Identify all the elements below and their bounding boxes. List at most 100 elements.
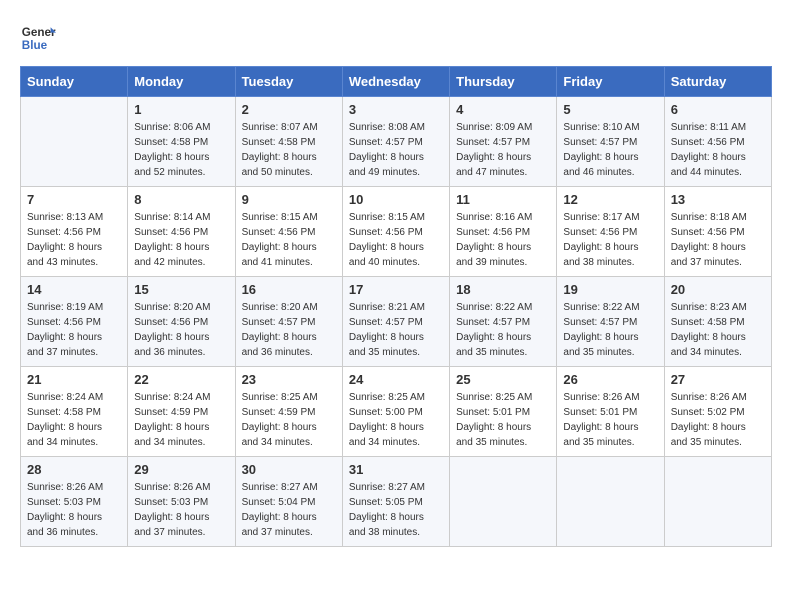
day-number: 2 <box>242 102 336 117</box>
day-number: 13 <box>671 192 765 207</box>
day-number: 26 <box>563 372 657 387</box>
day-info: Sunrise: 8:06 AM Sunset: 4:58 PM Dayligh… <box>134 120 228 180</box>
day-info: Sunrise: 8:25 AM Sunset: 5:01 PM Dayligh… <box>456 390 550 450</box>
calendar-cell: 21Sunrise: 8:24 AM Sunset: 4:58 PM Dayli… <box>21 367 128 457</box>
weekday-header-wednesday: Wednesday <box>342 67 449 97</box>
calendar-week-row: 21Sunrise: 8:24 AM Sunset: 4:58 PM Dayli… <box>21 367 772 457</box>
calendar-cell: 9 Sunrise: 8:15 AM Sunset: 4:56 PM Daylig… <box>235 187 342 277</box>
logo-icon: General Blue <box>20 20 56 56</box>
calendar-cell: 15 Sunrise: 8:20 AM Sunset: 4:56 PM Dayli… <box>128 277 235 367</box>
day-info: Sunrise: 8:08 AM Sunset: 4:57 PM Dayligh… <box>349 120 443 180</box>
day-number: 18 <box>456 282 550 297</box>
calendar-cell: 22 Sunrise: 8:24 AM Sunset: 4:59 PM Dayli… <box>128 367 235 457</box>
calendar-cell <box>664 457 771 547</box>
day-number: 20 <box>671 282 765 297</box>
day-info: Sunrise: 8:13 AM Sunset: 4:56 PM Dayligh… <box>27 210 121 270</box>
day-info: Sunrise: 8:20 AM Sunset: 4:56 PM Dayligh… <box>134 300 228 360</box>
calendar-week-row: 7 Sunrise: 8:13 AM Sunset: 4:56 PM Daylig… <box>21 187 772 277</box>
day-info: Sunrise: 8:19 AM Sunset: 4:56 PM Dayligh… <box>27 300 121 360</box>
day-info: Sunrise: 8:21 AM Sunset: 4:57 PM Dayligh… <box>349 300 443 360</box>
weekday-header-friday: Friday <box>557 67 664 97</box>
calendar-cell: 1 Sunrise: 8:06 AM Sunset: 4:58 PM Daylig… <box>128 97 235 187</box>
day-number: 8 <box>134 192 228 207</box>
calendar-cell: 29 Sunrise: 8:26 AM Sunset: 5:03 PM Dayli… <box>128 457 235 547</box>
day-info: Sunrise: 8:09 AM Sunset: 4:57 PM Dayligh… <box>456 120 550 180</box>
calendar-cell: 8 Sunrise: 8:14 AM Sunset: 4:56 PM Daylig… <box>128 187 235 277</box>
calendar-cell: 14 Sunrise: 8:19 AM Sunset: 4:56 PM Dayli… <box>21 277 128 367</box>
day-info: Sunrise: 8:25 AM Sunset: 5:00 PM Dayligh… <box>349 390 443 450</box>
calendar-cell: 20 Sunrise: 8:23 AM Sunset: 4:58 PM Dayli… <box>664 277 771 367</box>
day-number: 22 <box>134 372 228 387</box>
day-number: 24 <box>349 372 443 387</box>
day-number: 5 <box>563 102 657 117</box>
calendar-week-row: 1 Sunrise: 8:06 AM Sunset: 4:58 PM Daylig… <box>21 97 772 187</box>
calendar-cell: 7 Sunrise: 8:13 AM Sunset: 4:56 PM Daylig… <box>21 187 128 277</box>
day-number: 6 <box>671 102 765 117</box>
day-info: Sunrise: 8:24 AM Sunset: 4:58 PM Dayligh… <box>27 390 121 450</box>
calendar-week-row: 14 Sunrise: 8:19 AM Sunset: 4:56 PM Dayli… <box>21 277 772 367</box>
day-info: Sunrise: 8:27 AM Sunset: 5:04 PM Dayligh… <box>242 480 336 540</box>
day-info: Sunrise: 8:10 AM Sunset: 4:57 PM Dayligh… <box>563 120 657 180</box>
day-number: 10 <box>349 192 443 207</box>
calendar-cell: 13 Sunrise: 8:18 AM Sunset: 4:56 PM Dayli… <box>664 187 771 277</box>
calendar-cell <box>450 457 557 547</box>
calendar-cell: 27 Sunrise: 8:26 AM Sunset: 5:02 PM Dayli… <box>664 367 771 457</box>
calendar-cell: 5 Sunrise: 8:10 AM Sunset: 4:57 PM Daylig… <box>557 97 664 187</box>
day-info: Sunrise: 8:15 AM Sunset: 4:56 PM Dayligh… <box>349 210 443 270</box>
day-info: Sunrise: 8:24 AM Sunset: 4:59 PM Dayligh… <box>134 390 228 450</box>
day-number: 30 <box>242 462 336 477</box>
day-number: 14 <box>27 282 121 297</box>
day-number: 15 <box>134 282 228 297</box>
calendar-cell: 2 Sunrise: 8:07 AM Sunset: 4:58 PM Daylig… <box>235 97 342 187</box>
calendar-cell: 10 Sunrise: 8:15 AM Sunset: 4:56 PM Dayli… <box>342 187 449 277</box>
svg-text:Blue: Blue <box>22 39 48 52</box>
day-info: Sunrise: 8:26 AM Sunset: 5:01 PM Dayligh… <box>563 390 657 450</box>
weekday-header-tuesday: Tuesday <box>235 67 342 97</box>
day-info: Sunrise: 8:20 AM Sunset: 4:57 PM Dayligh… <box>242 300 336 360</box>
calendar-cell: 11 Sunrise: 8:16 AM Sunset: 4:56 PM Dayli… <box>450 187 557 277</box>
calendar-cell: 18 Sunrise: 8:22 AM Sunset: 4:57 PM Dayli… <box>450 277 557 367</box>
weekday-header-row: SundayMondayTuesdayWednesdayThursdayFrid… <box>21 67 772 97</box>
weekday-header-monday: Monday <box>128 67 235 97</box>
calendar-cell: 25Sunrise: 8:25 AM Sunset: 5:01 PM Dayli… <box>450 367 557 457</box>
calendar-cell: 4 Sunrise: 8:09 AM Sunset: 4:57 PM Daylig… <box>450 97 557 187</box>
day-info: Sunrise: 8:16 AM Sunset: 4:56 PM Dayligh… <box>456 210 550 270</box>
day-number: 27 <box>671 372 765 387</box>
day-info: Sunrise: 8:17 AM Sunset: 4:56 PM Dayligh… <box>563 210 657 270</box>
day-info: Sunrise: 8:26 AM Sunset: 5:02 PM Dayligh… <box>671 390 765 450</box>
day-number: 9 <box>242 192 336 207</box>
calendar-cell: 24 Sunrise: 8:25 AM Sunset: 5:00 PM Dayli… <box>342 367 449 457</box>
day-info: Sunrise: 8:23 AM Sunset: 4:58 PM Dayligh… <box>671 300 765 360</box>
weekday-header-saturday: Saturday <box>664 67 771 97</box>
day-info: Sunrise: 8:27 AM Sunset: 5:05 PM Dayligh… <box>349 480 443 540</box>
day-number: 4 <box>456 102 550 117</box>
day-number: 1 <box>134 102 228 117</box>
day-info: Sunrise: 8:22 AM Sunset: 4:57 PM Dayligh… <box>456 300 550 360</box>
day-info: Sunrise: 8:22 AM Sunset: 4:57 PM Dayligh… <box>563 300 657 360</box>
calendar-table: SundayMondayTuesdayWednesdayThursdayFrid… <box>20 66 772 547</box>
day-info: Sunrise: 8:18 AM Sunset: 4:56 PM Dayligh… <box>671 210 765 270</box>
calendar-cell: 28Sunrise: 8:26 AM Sunset: 5:03 PM Dayli… <box>21 457 128 547</box>
day-number: 3 <box>349 102 443 117</box>
day-number: 12 <box>563 192 657 207</box>
day-info: Sunrise: 8:11 AM Sunset: 4:56 PM Dayligh… <box>671 120 765 180</box>
day-info: Sunrise: 8:14 AM Sunset: 4:56 PM Dayligh… <box>134 210 228 270</box>
calendar-cell: 6 Sunrise: 8:11 AM Sunset: 4:56 PM Daylig… <box>664 97 771 187</box>
day-number: 11 <box>456 192 550 207</box>
calendar-cell: 23Sunrise: 8:25 AM Sunset: 4:59 PM Dayli… <box>235 367 342 457</box>
day-number: 7 <box>27 192 121 207</box>
weekday-header-thursday: Thursday <box>450 67 557 97</box>
day-number: 17 <box>349 282 443 297</box>
day-info: Sunrise: 8:15 AM Sunset: 4:56 PM Dayligh… <box>242 210 336 270</box>
calendar-cell: 12 Sunrise: 8:17 AM Sunset: 4:56 PM Dayli… <box>557 187 664 277</box>
day-info: Sunrise: 8:07 AM Sunset: 4:58 PM Dayligh… <box>242 120 336 180</box>
day-info: Sunrise: 8:26 AM Sunset: 5:03 PM Dayligh… <box>27 480 121 540</box>
day-number: 29 <box>134 462 228 477</box>
weekday-header-sunday: Sunday <box>21 67 128 97</box>
page-header: General Blue <box>20 20 772 56</box>
calendar-cell <box>21 97 128 187</box>
calendar-week-row: 28Sunrise: 8:26 AM Sunset: 5:03 PM Dayli… <box>21 457 772 547</box>
day-info: Sunrise: 8:26 AM Sunset: 5:03 PM Dayligh… <box>134 480 228 540</box>
calendar-cell: 31Sunrise: 8:27 AM Sunset: 5:05 PM Dayli… <box>342 457 449 547</box>
calendar-cell: 30 Sunrise: 8:27 AM Sunset: 5:04 PM Dayli… <box>235 457 342 547</box>
